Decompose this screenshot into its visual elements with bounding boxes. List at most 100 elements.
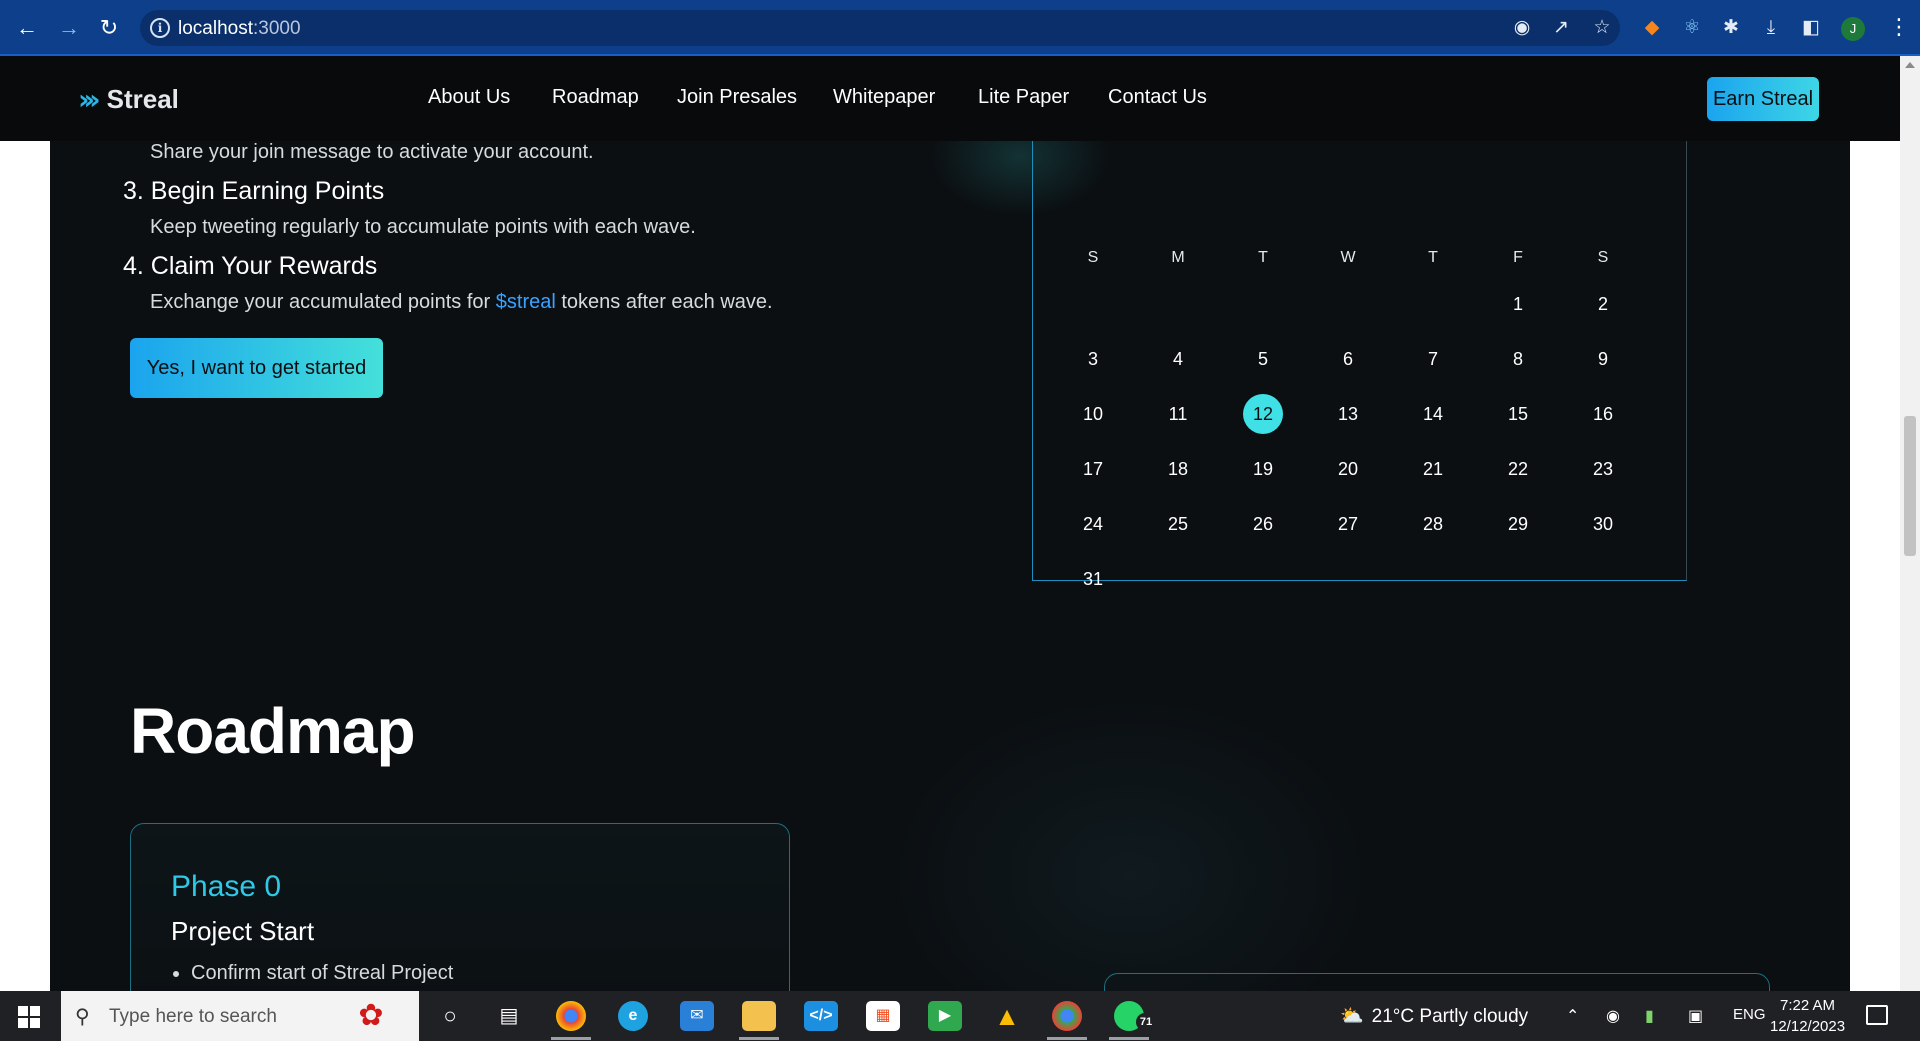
windows-taskbar: ⚲ Type here to search ✿ ○ ▤ e ✉ </> ▦ ▶ … [0, 991, 1920, 1041]
phase-card: Phase 0 Project Start Confirm start of S… [130, 823, 790, 991]
calendar-day[interactable]: 11 [1158, 394, 1198, 434]
scroll-up-icon[interactable] [1905, 62, 1915, 68]
page-scrollbar[interactable] [1900, 56, 1920, 991]
reload-icon[interactable]: ↻ [96, 15, 122, 41]
site-info-icon[interactable]: i [150, 18, 170, 38]
calendar-weekday-header: F [1513, 249, 1523, 266]
site-logo[interactable]: ››› Streal [78, 82, 179, 116]
calendar-day[interactable]: 14 [1413, 394, 1453, 434]
calendar-day[interactable]: 5 [1243, 339, 1283, 379]
step-4-title: 4. Claim Your Rewards [123, 252, 378, 280]
calendar-day[interactable]: 2 [1583, 284, 1623, 324]
calendar-day[interactable]: 23 [1583, 449, 1623, 489]
task-view-icon[interactable]: ▤ [492, 1001, 526, 1031]
calendar-day[interactable]: 22 [1498, 449, 1538, 489]
calendar-weekday-header: T [1428, 249, 1438, 266]
nav-link-roadmap[interactable]: Roadmap [552, 86, 639, 109]
calendar-day[interactable]: 15 [1498, 394, 1538, 434]
calendar-day[interactable]: 16 [1583, 394, 1623, 434]
eye-slash-icon[interactable]: ◉ [1510, 16, 1534, 40]
calendar-day-selected[interactable]: 12 [1243, 394, 1283, 434]
calendar-day[interactable]: 17 [1073, 449, 1113, 489]
weather-widget[interactable]: ⛅ 21°C Partly cloudy [1340, 1004, 1528, 1028]
earn-streal-button[interactable]: Earn Streal [1707, 77, 1819, 121]
calendar-day[interactable]: 28 [1413, 504, 1453, 544]
nav-link-join-presales[interactable]: Join Presales [677, 86, 797, 109]
windows-start-icon[interactable] [18, 1006, 40, 1028]
calendar-weekday-header: S [1597, 249, 1609, 266]
share-icon[interactable]: ↗ [1549, 16, 1573, 40]
forward-icon[interactable]: → [56, 15, 82, 41]
calendar-day[interactable]: 9 [1583, 339, 1623, 379]
chevrons-logo-icon: ››› [78, 82, 100, 116]
calendar-day[interactable]: 25 [1158, 504, 1198, 544]
calendar-day[interactable]: 1 [1498, 284, 1538, 324]
file-explorer-icon[interactable] [742, 1001, 776, 1031]
calendar-day[interactable]: 13 [1328, 394, 1368, 434]
site-navbar: ››› Streal About Us Roadmap Join Presale… [0, 56, 1900, 141]
chrome-profile-app-icon[interactable] [1052, 1001, 1082, 1031]
chrome-app-icon[interactable] [556, 1001, 586, 1031]
mail-app-icon[interactable]: ✉ [680, 1001, 714, 1031]
phase-card [1104, 973, 1770, 991]
vscode-app-icon[interactable]: </> [804, 1001, 838, 1031]
url-text[interactable]: localhost:3000 [178, 18, 301, 40]
nav-link-about-us[interactable]: About Us [428, 86, 510, 109]
language-indicator[interactable]: ENG [1733, 1006, 1766, 1023]
calendar-day[interactable]: 3 [1073, 339, 1113, 379]
calendar-weekday-header: W [1340, 249, 1356, 266]
calendar-day[interactable]: 6 [1328, 339, 1368, 379]
meet-app-icon[interactable]: ▶ [928, 1001, 962, 1031]
calendar-day[interactable]: 24 [1073, 504, 1113, 544]
download-icon[interactable]: ⤓ [1759, 16, 1783, 40]
store-app-icon[interactable]: ▦ [866, 1001, 900, 1031]
bookmark-star-icon[interactable]: ☆ [1590, 16, 1614, 40]
meet-now-icon[interactable]: ◉ [1606, 1006, 1620, 1026]
calendar-day[interactable]: 30 [1583, 504, 1623, 544]
side-panel-icon[interactable]: ◧ [1799, 16, 1823, 40]
nav-link-contact-us[interactable]: Contact Us [1108, 86, 1207, 109]
nav-link-lite-paper[interactable]: Lite Paper [978, 86, 1069, 109]
calendar-day[interactable]: 4 [1158, 339, 1198, 379]
calendar-day[interactable]: 10 [1073, 394, 1113, 434]
calendar-day[interactable]: 31 [1073, 559, 1113, 599]
search-icon: ⚲ [75, 1006, 90, 1028]
back-icon[interactable]: ← [14, 15, 40, 41]
calendar-day[interactable]: 27 [1328, 504, 1368, 544]
battery-icon[interactable]: ▮ [1645, 1006, 1654, 1026]
calendar-day[interactable]: 29 [1498, 504, 1538, 544]
calendar-day[interactable]: 19 [1243, 449, 1283, 489]
profile-avatar[interactable]: J [1841, 17, 1865, 41]
whatsapp-app-icon[interactable]: 71 [1114, 1001, 1156, 1031]
nav-link-whitepaper[interactable]: Whitepaper [833, 86, 935, 109]
taskbar-clock[interactable]: 7:22 AM 12/12/2023 [1770, 995, 1845, 1037]
get-started-button[interactable]: Yes, I want to get started [130, 338, 383, 398]
browser-menu-icon[interactable]: ⋮ [1888, 14, 1910, 40]
running-indicator [551, 1037, 591, 1040]
step-4-description: Exchange your accumulated points for $st… [150, 291, 773, 314]
calendar-day[interactable]: 20 [1328, 449, 1368, 489]
show-hidden-icons-chevron-icon[interactable]: ⌃ [1566, 1006, 1579, 1026]
weather-text: 21°C Partly cloudy [1371, 1006, 1529, 1027]
address-bar[interactable]: i localhost:3000 [140, 10, 1620, 46]
calendar-day[interactable]: 21 [1413, 449, 1453, 489]
step-3-title: 3. Begin Earning Points [123, 177, 385, 205]
edge-app-icon[interactable]: e [618, 1001, 648, 1031]
react-devtools-icon[interactable]: ⚛ [1680, 16, 1704, 40]
running-indicator [1047, 1037, 1087, 1040]
calendar-day[interactable]: 7 [1413, 339, 1453, 379]
metamask-extension-icon[interactable]: ◆ [1640, 16, 1664, 40]
cortana-circle-icon[interactable]: ○ [433, 1001, 467, 1031]
extensions-puzzle-icon[interactable]: ✱ [1719, 16, 1743, 40]
google-drive-icon[interactable]: ▲ [990, 1001, 1024, 1031]
network-icon[interactable]: ▣ [1688, 1006, 1703, 1026]
phase-title: Project Start [171, 916, 315, 946]
streal-token-link[interactable]: $streal [496, 291, 556, 313]
calendar-weekday-header: T [1258, 249, 1268, 266]
taskbar-search-box[interactable]: ⚲ Type here to search ✿ [61, 991, 419, 1041]
calendar-day[interactable]: 8 [1498, 339, 1538, 379]
notifications-icon[interactable] [1866, 1005, 1888, 1025]
calendar-day[interactable]: 18 [1158, 449, 1198, 489]
calendar-day[interactable]: 26 [1243, 504, 1283, 544]
scrollbar-thumb[interactable] [1904, 416, 1916, 556]
